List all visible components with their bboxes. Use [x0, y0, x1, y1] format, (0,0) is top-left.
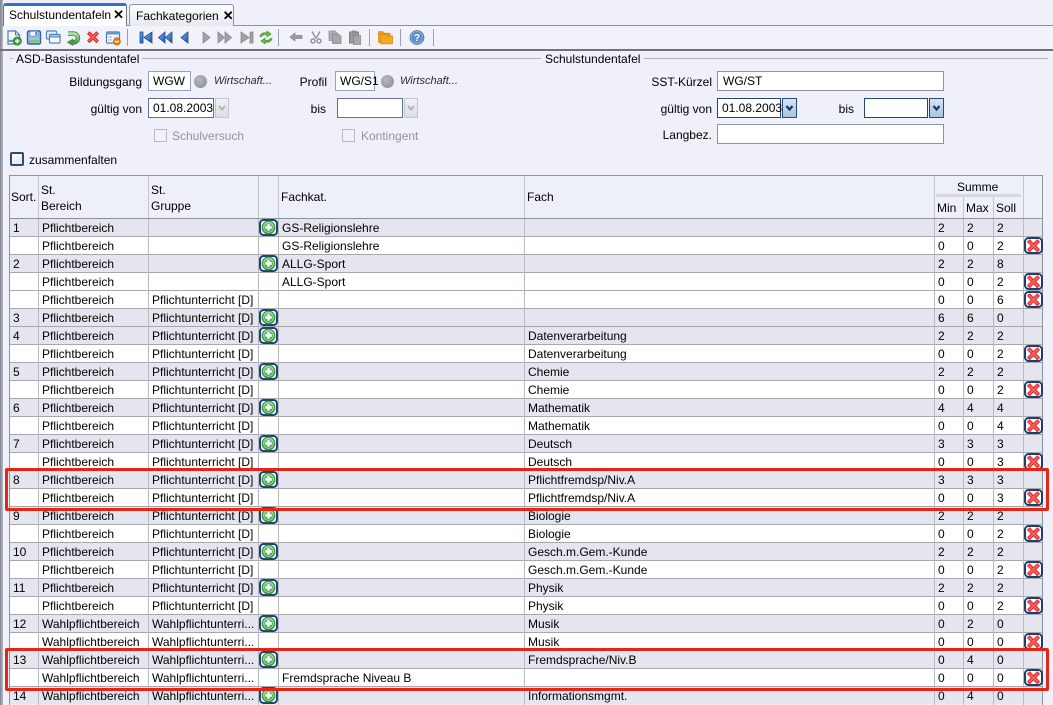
svg-text:?: ?	[414, 33, 420, 44]
